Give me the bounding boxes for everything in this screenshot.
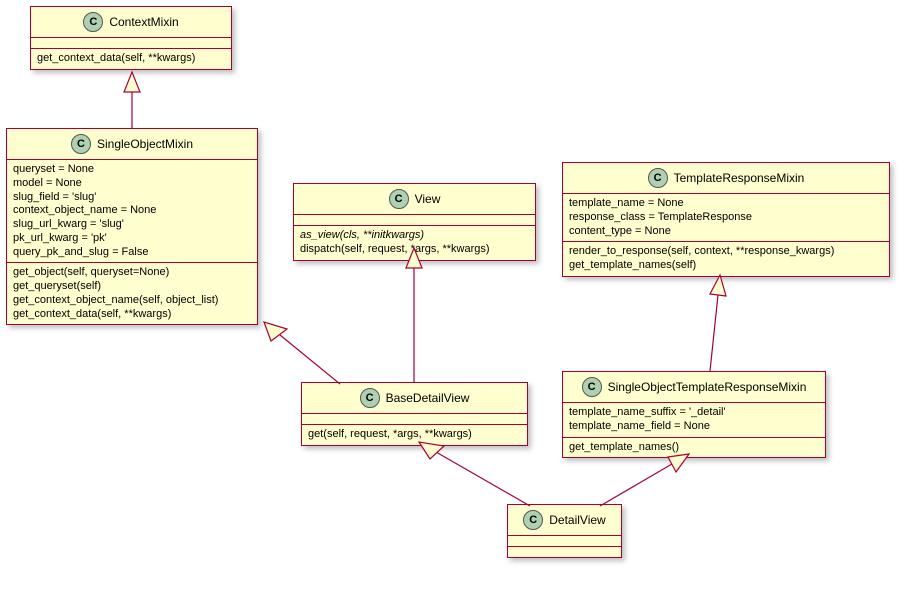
class-type-icon: C [523, 510, 543, 530]
attr-item: template_name_suffix = '_detail' [569, 406, 819, 420]
class-type-icon: C [71, 134, 91, 154]
inherit-singleobjectmixin-contextmixin [124, 72, 140, 128]
class-header: C BaseDetailView [302, 383, 527, 414]
class-name-label: DetailView [549, 513, 605, 527]
method-item: get_context_data(self, **kwargs) [37, 52, 225, 66]
inherit-detailview-basedetailview [419, 442, 530, 506]
class-type-icon: C [360, 388, 380, 408]
class-name-label: SingleObjectTemplateResponseMixin [608, 380, 807, 394]
inherit-detailview-singleobjecttrm [600, 454, 689, 506]
attr-item: template_name = None [569, 197, 883, 211]
class-attrs: template_name = None response_class = Te… [563, 194, 889, 242]
method-item: get_context_object_name(self, object_lis… [13, 294, 251, 308]
attr-item: content_type = None [569, 225, 883, 239]
class-methods: get_template_names() [563, 438, 825, 458]
method-item: dispatch(self, request, *args, **kwargs) [300, 243, 529, 257]
class-name-label: SingleObjectMixin [97, 137, 193, 151]
class-attrs [31, 38, 231, 49]
attr-item: context_object_name = None [13, 204, 251, 218]
class-type-icon: C [648, 168, 668, 188]
class-methods: as_view(cls, **initkwargs) dispatch(self… [294, 226, 535, 260]
inherit-basedetailview-view [406, 248, 422, 382]
attr-item: queryset = None [13, 163, 251, 177]
method-item: render_to_response(self, context, **resp… [569, 245, 883, 259]
method-item: get_template_names(self) [569, 259, 883, 273]
inherit-basedetailview-singleobjectmixin [264, 322, 340, 384]
class-attrs [294, 215, 535, 226]
class-methods: get(self, request, *args, **kwargs) [302, 425, 527, 445]
class-header: C View [294, 184, 535, 215]
method-item-abstract: as_view(cls, **initkwargs) [300, 229, 529, 243]
inherit-singleobjecttrm-trm [710, 275, 726, 371]
class-methods: get_context_data(self, **kwargs) [31, 49, 231, 69]
attr-item: template_name_field = None [569, 420, 819, 434]
class-basedetailview: C BaseDetailView get(self, request, *arg… [301, 382, 528, 446]
class-singleobjectmixin: C SingleObjectMixin queryset = None mode… [6, 128, 258, 325]
attr-item: model = None [13, 177, 251, 191]
class-name-label: BaseDetailView [386, 391, 470, 405]
attr-item: query_pk_and_slug = False [13, 246, 251, 260]
class-type-icon: C [83, 12, 103, 32]
class-type-icon: C [389, 189, 409, 209]
class-methods: render_to_response(self, context, **resp… [563, 242, 889, 276]
method-item: get_context_data(self, **kwargs) [13, 308, 251, 322]
class-header: C SingleObjectMixin [7, 129, 257, 160]
attr-item: slug_field = 'slug' [13, 191, 251, 205]
class-name-label: TemplateResponseMixin [674, 171, 805, 185]
class-header: C SingleObjectTemplateResponseMixin [563, 372, 825, 403]
method-item: get_object(self, queryset=None) [13, 266, 251, 280]
class-header: C DetailView [508, 505, 621, 536]
method-item: get_queryset(self) [13, 280, 251, 294]
class-attrs: queryset = None model = None slug_field … [7, 160, 257, 263]
attr-item: pk_url_kwarg = 'pk' [13, 232, 251, 246]
class-type-icon: C [582, 377, 602, 397]
class-name-label: View [415, 192, 441, 206]
method-item: get(self, request, *args, **kwargs) [308, 428, 521, 442]
class-header: C ContextMixin [31, 7, 231, 38]
attr-item: slug_url_kwarg = 'slug' [13, 218, 251, 232]
class-attrs: template_name_suffix = '_detail' templat… [563, 403, 825, 438]
class-detailview: C DetailView [507, 504, 622, 558]
class-header: C TemplateResponseMixin [563, 163, 889, 194]
class-contextmixin: C ContextMixin get_context_data(self, **… [30, 6, 232, 70]
class-methods [508, 547, 621, 557]
class-templateresponsemixin: C TemplateResponseMixin template_name = … [562, 162, 890, 277]
class-view: C View as_view(cls, **initkwargs) dispat… [293, 183, 536, 261]
class-singleobjecttemplateresponsemixin: C SingleObjectTemplateResponseMixin temp… [562, 371, 826, 458]
class-name-label: ContextMixin [109, 15, 178, 29]
class-attrs [302, 414, 527, 425]
attr-item: response_class = TemplateResponse [569, 211, 883, 225]
method-item: get_template_names() [569, 441, 819, 455]
class-attrs [508, 536, 621, 547]
class-methods: get_object(self, queryset=None) get_quer… [7, 263, 257, 324]
